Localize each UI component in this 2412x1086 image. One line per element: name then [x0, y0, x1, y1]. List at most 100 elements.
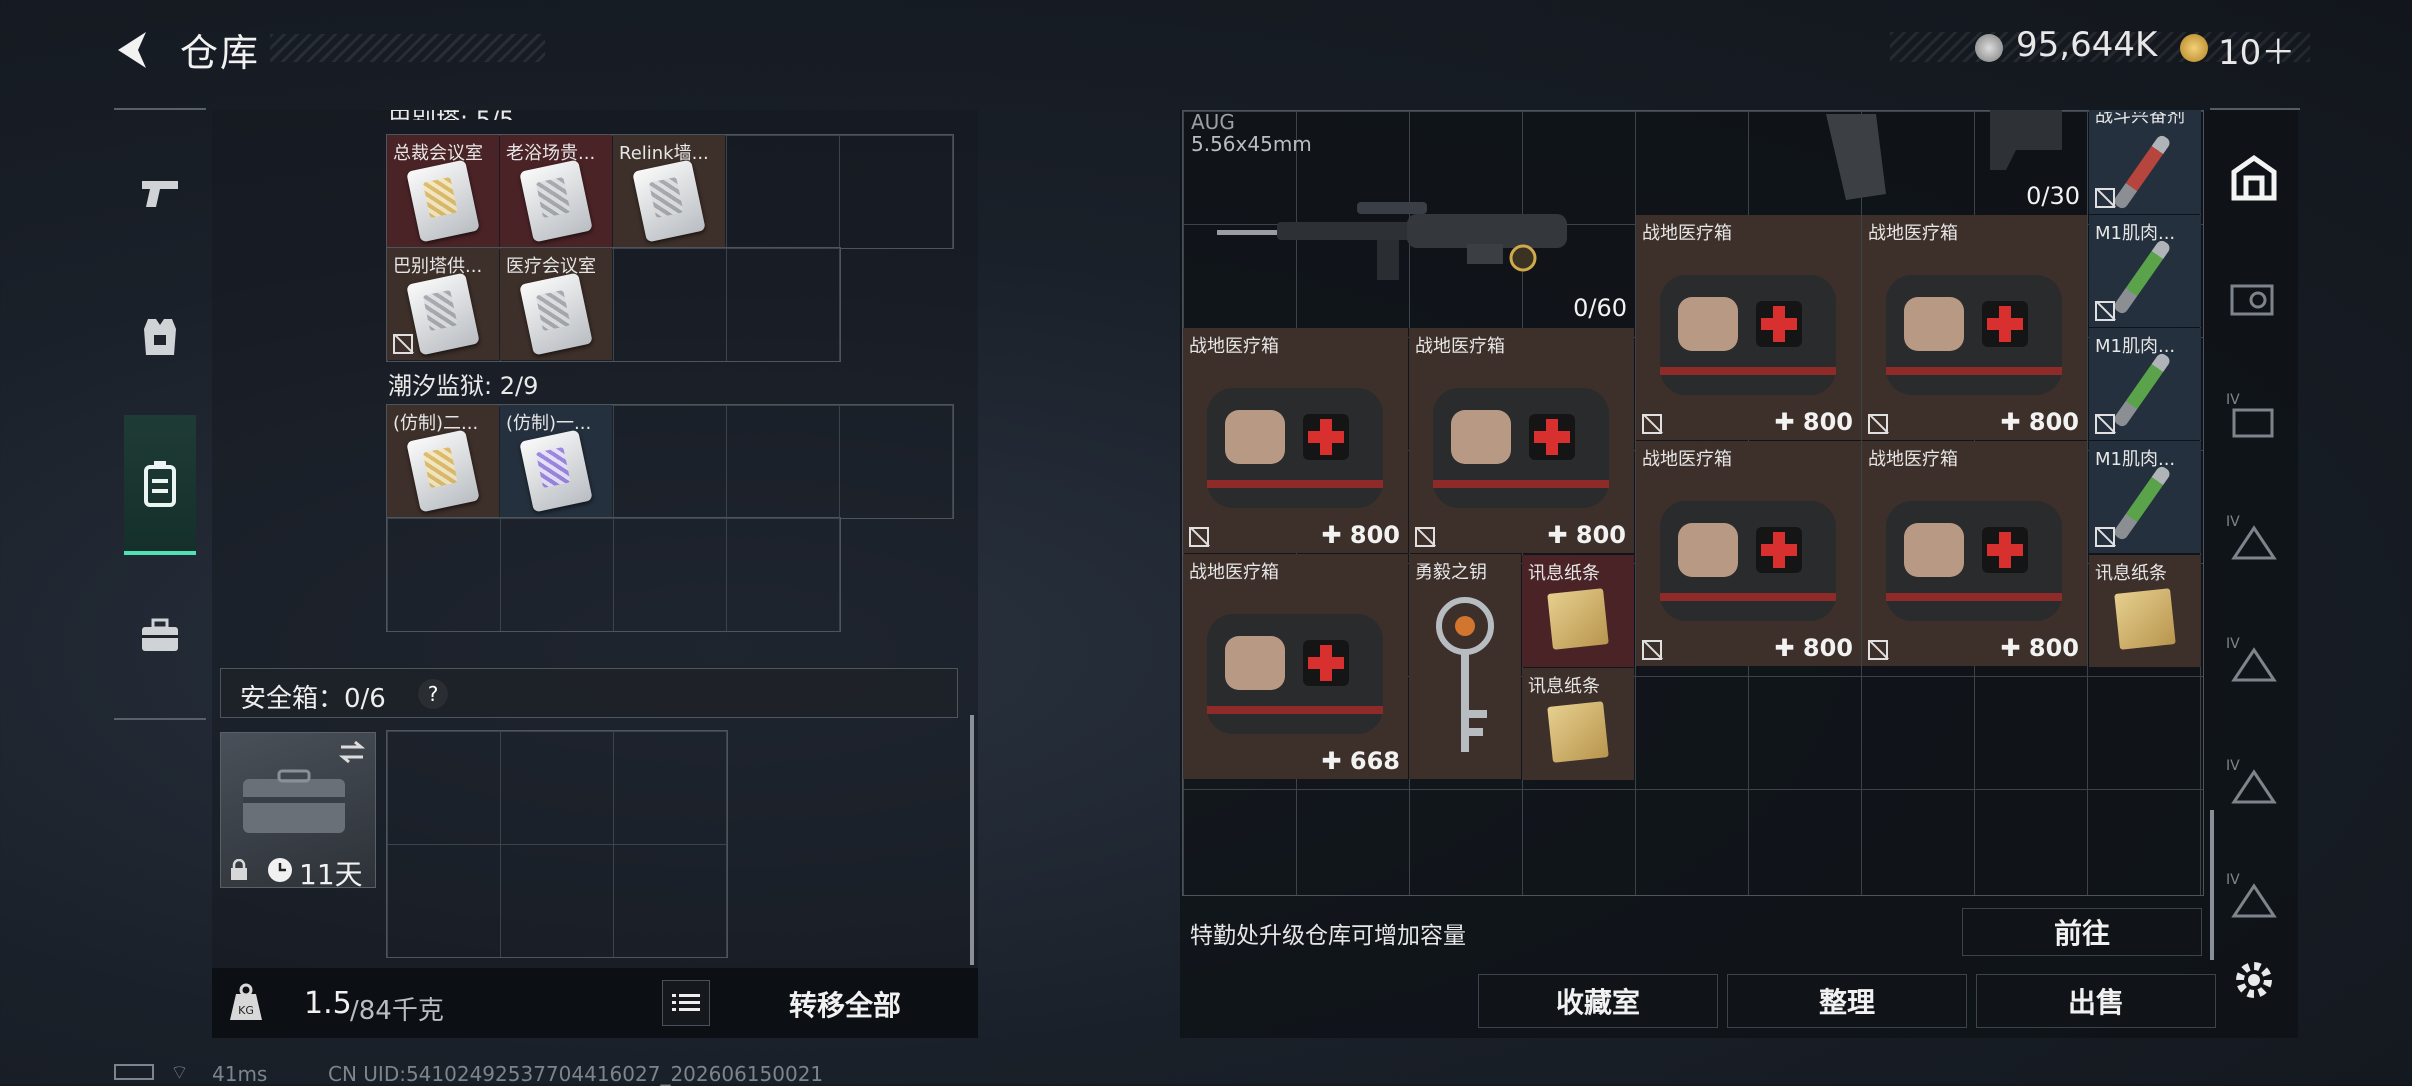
ticket-coin-icon: [2180, 34, 2208, 62]
stim-icon: [2112, 238, 2172, 316]
gear-icon: [2236, 962, 2272, 998]
item-card[interactable]: Relink墙...: [613, 135, 725, 247]
sell-button[interactable]: 出售: [1976, 974, 2216, 1028]
no-trade-icon: [393, 334, 413, 354]
rifle-icon: [1217, 202, 1567, 280]
safebox-item[interactable]: 11天: [220, 732, 376, 891]
stim-icon: [2112, 464, 2172, 542]
safebox-days: 11天: [299, 858, 363, 891]
transfer-all-button[interactable]: 转移全部: [720, 984, 970, 1024]
sidebar-item-weapon[interactable]: [124, 148, 196, 238]
stash-icon: [2231, 154, 2277, 201]
container-icon: [2230, 284, 2274, 316]
tab-tier[interactable]: IV: [2226, 392, 2282, 448]
item-note[interactable]: 讯息纸条: [1522, 555, 1634, 667]
help-icon[interactable]: ?: [418, 679, 448, 709]
header-stripe: [270, 34, 545, 62]
ammo-count: 0/60: [1573, 294, 1627, 322]
settings-button[interactable]: [2226, 952, 2282, 1008]
item-card[interactable]: 医疗会议室: [500, 248, 612, 360]
plus-icon: ✚: [1547, 521, 1576, 549]
no-trade-icon: [1868, 640, 1888, 660]
tab-container[interactable]: [2226, 270, 2282, 326]
no-trade-icon: [1868, 414, 1888, 434]
collection-button[interactable]: 收藏室: [1478, 974, 1718, 1028]
ticket-amount[interactable]: 10＋: [2218, 25, 2295, 74]
left-scrollbar[interactable]: [970, 715, 974, 965]
item-card[interactable]: 巴别塔供...: [387, 248, 499, 360]
item-card[interactable]: 总裁会议室: [387, 135, 499, 247]
keycard-icon: [406, 429, 480, 513]
upgrade-hint: 特勤处升级仓库可增加容量: [1190, 923, 1466, 949]
item-medkit[interactable]: 战地医疗箱 ✚ 668: [1183, 554, 1408, 779]
plus-icon: ✚: [1774, 408, 1803, 436]
no-trade-icon: [2095, 301, 2115, 321]
uid: CN UID:541024925377044160​27_20260615002…: [328, 1062, 824, 1086]
first-aid-kit-icon: [1660, 501, 1836, 621]
list-icon: [672, 994, 700, 1011]
weight-icon: KG: [228, 982, 264, 1022]
item-medkit[interactable]: 战地医疗箱 ✚ 800: [1636, 441, 1861, 666]
keycard-icon: [519, 159, 593, 243]
page-title: 仓库: [180, 31, 261, 75]
first-aid-kit-icon: [1886, 501, 2062, 621]
transfer-icon: [338, 740, 366, 764]
magazine-icon: [1826, 114, 1886, 200]
item-key[interactable]: 勇毅之钥: [1409, 554, 1521, 779]
item-medkit[interactable]: 战地医疗箱 ✚ 800: [1183, 328, 1408, 553]
back-arrow-icon[interactable]: [112, 28, 156, 72]
organize-button[interactable]: 整理: [1727, 974, 1967, 1028]
sidebar-item-backpack[interactable]: [124, 415, 196, 555]
item-medkit[interactable]: 战地医疗箱 ✚ 800: [1409, 328, 1634, 553]
currency-amount: 95,644K: [2016, 25, 2158, 65]
list-view-button[interactable]: [662, 980, 710, 1026]
item-stim[interactable]: 战斗兴奋剂: [2089, 110, 2201, 214]
ammo-count: 0/30: [2026, 182, 2080, 210]
keycard-icon: [519, 272, 593, 356]
plus-icon: ✚: [2000, 408, 2029, 436]
item-card[interactable]: (仿制)一...: [500, 405, 612, 517]
sidebar-item-armor[interactable]: [124, 292, 196, 382]
no-trade-icon: [1642, 414, 1662, 434]
first-aid-kit-icon: [1433, 388, 1609, 508]
item-medkit[interactable]: 战地医疗箱 ✚ 800: [1636, 215, 1861, 440]
battery-icon: [114, 1064, 154, 1080]
item-note[interactable]: 讯息纸条: [2089, 555, 2201, 667]
no-trade-icon: [2095, 414, 2115, 434]
plus-icon: ✚: [2000, 634, 2029, 662]
tab-tier[interactable]: IV: [2226, 636, 2282, 692]
tab-tier[interactable]: IV: [2226, 872, 2282, 928]
group2-grid-row2: [386, 517, 841, 632]
item-stim[interactable]: M1肌肉...: [2089, 328, 2201, 440]
backpack-icon: [144, 461, 176, 507]
case-icon: [243, 769, 345, 833]
keycard-icon: [406, 159, 480, 243]
goto-button[interactable]: 前往: [1962, 908, 2202, 956]
item-stim[interactable]: M1肌肉...: [2089, 441, 2201, 553]
toolbox-icon: [142, 618, 178, 651]
item-card[interactable]: (仿制)二...: [387, 405, 499, 517]
no-trade-icon: [1189, 527, 1209, 547]
weight-max: /84千克: [350, 996, 444, 1026]
item-magazine[interactable]: 0/30: [1636, 110, 2088, 214]
item-medkit[interactable]: 战地医疗箱 ✚ 800: [1862, 441, 2087, 666]
tab-tier[interactable]: IV: [2226, 758, 2282, 814]
first-aid-kit-icon: [1207, 388, 1383, 508]
first-aid-kit-icon: [1886, 275, 2062, 395]
grip-icon: [1990, 110, 2062, 170]
keycard-icon: [406, 272, 480, 356]
sidebar-item-toolbox[interactable]: [124, 590, 196, 680]
group2-label: 潮汐监狱: 2/9: [388, 372, 539, 400]
keycard-icon: [632, 159, 706, 243]
group1-label: 巴别塔: 5/5: [388, 106, 515, 120]
item-note[interactable]: 讯息纸条: [1522, 668, 1634, 780]
item-stim[interactable]: M1肌肉...: [2089, 215, 2201, 327]
item-medkit[interactable]: 战地医疗箱 ✚ 800: [1862, 215, 2087, 440]
stim-icon: [2112, 351, 2172, 429]
stim-icon: [2112, 133, 2172, 211]
tab-stash[interactable]: [2226, 150, 2282, 206]
item-card[interactable]: 老浴场贵...: [500, 135, 612, 247]
item-rifle[interactable]: AUG 5.56x45mm 0/60: [1183, 110, 1635, 326]
tab-tier[interactable]: IV: [2226, 514, 2282, 570]
no-trade-icon: [1415, 527, 1435, 547]
